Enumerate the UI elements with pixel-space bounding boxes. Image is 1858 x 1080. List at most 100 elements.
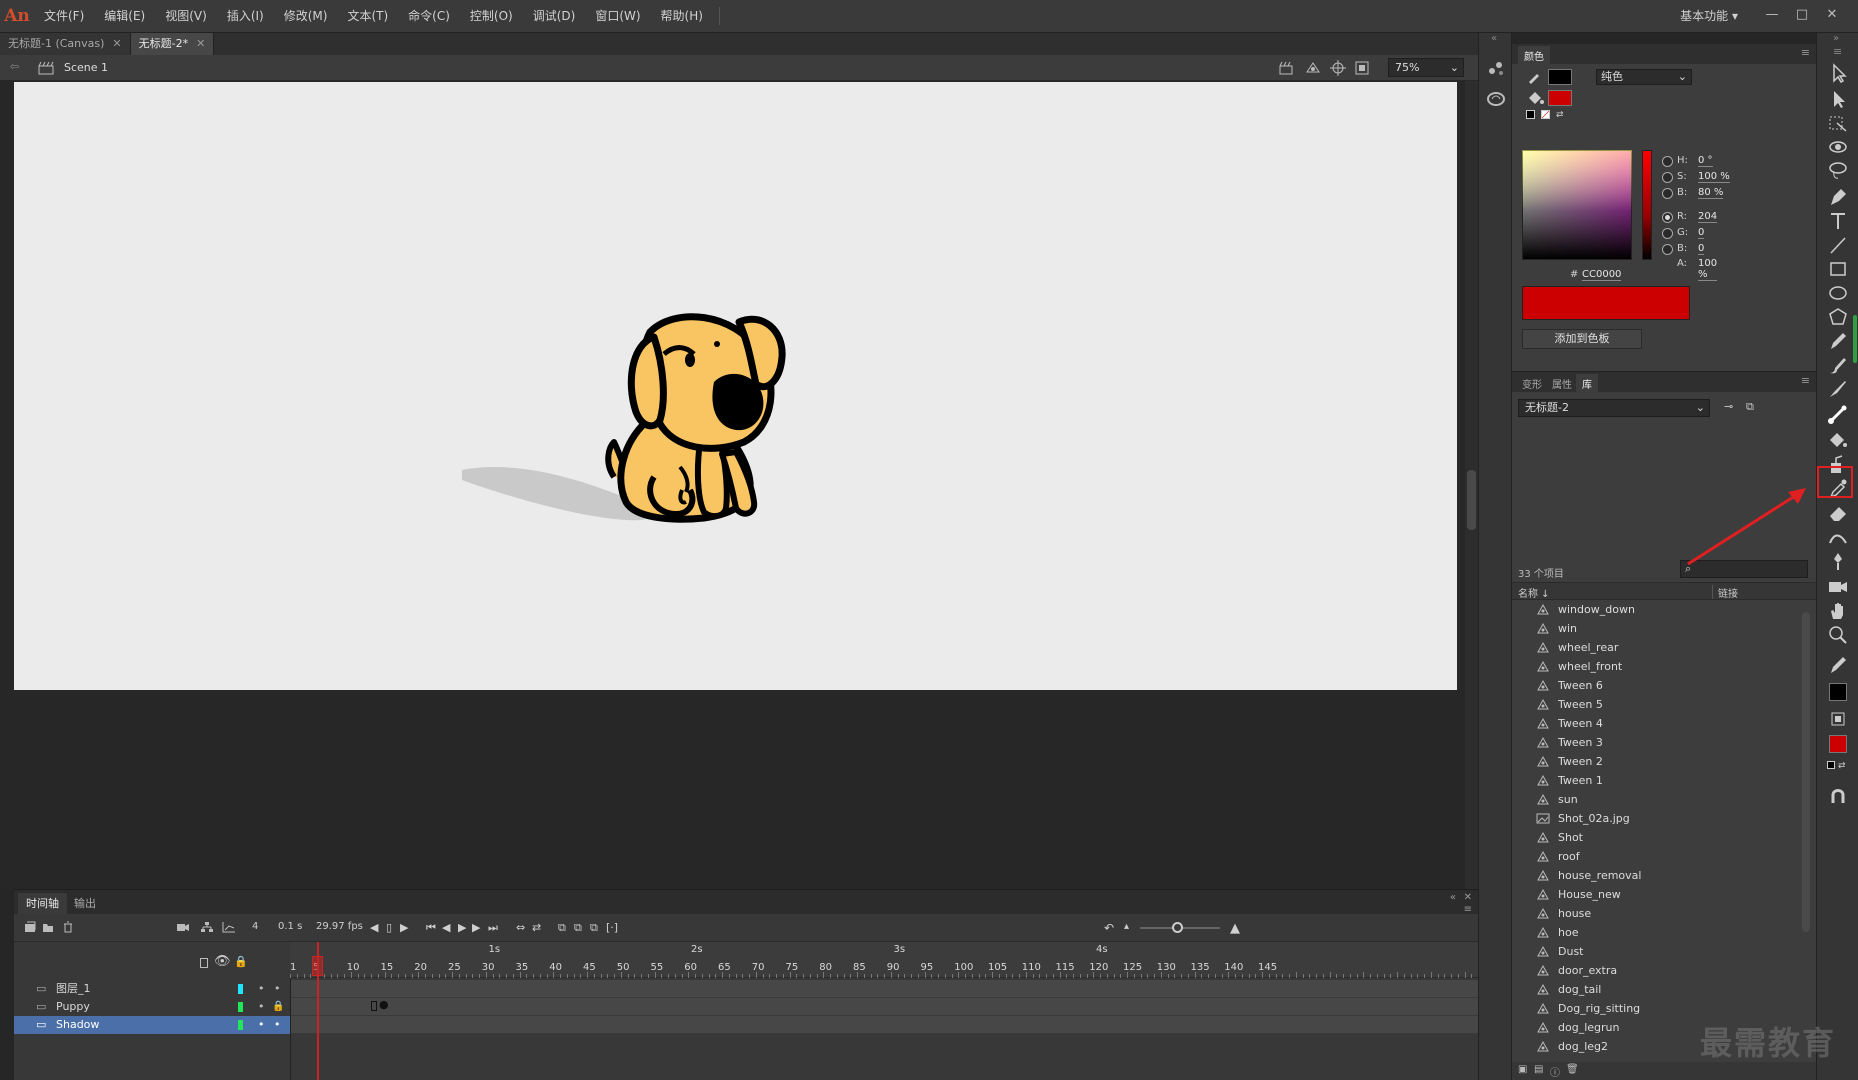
new-folder-icon[interactable]: ▤ (1534, 1064, 1543, 1075)
field-r[interactable]: R: 204 (1662, 210, 1812, 226)
list-item[interactable]: Tween 6 (1512, 676, 1816, 695)
list-item[interactable]: Shot_02a.jpg (1512, 809, 1816, 828)
list-item[interactable]: Dust (1512, 942, 1816, 961)
center-stage-icon[interactable] (1330, 60, 1346, 76)
collapse-icon[interactable]: « (1450, 892, 1456, 903)
fill-type-select[interactable]: 纯色 ⌄ (1596, 69, 1692, 85)
stroke-color-swatch[interactable] (1548, 69, 1572, 85)
list-item[interactable]: Tween 3 (1512, 733, 1816, 752)
menu-debug[interactable]: 调试(D) (523, 0, 586, 33)
minimize-button[interactable]: — (1758, 4, 1786, 26)
list-item[interactable]: sun (1512, 790, 1816, 809)
column-linkage[interactable]: 链接 (1718, 585, 1738, 600)
hue-slider[interactable] (1642, 150, 1652, 260)
outline-toggle-icon[interactable] (200, 958, 208, 968)
hex-value[interactable]: CC0000 (1582, 269, 1622, 281)
zoom-select[interactable]: 75% ⌄ (1388, 58, 1464, 77)
column-divider[interactable] (1712, 585, 1713, 599)
pen-tool-icon[interactable] (1825, 185, 1851, 209)
radio-s[interactable] (1662, 172, 1673, 183)
current-time[interactable]: 0.1 s (278, 921, 302, 932)
stroke-color-tool-icon[interactable] (1825, 653, 1851, 677)
radio-h[interactable] (1662, 156, 1673, 167)
playhead[interactable] (317, 942, 319, 1080)
list-item[interactable]: roof (1512, 847, 1816, 866)
polystar-tool-icon[interactable] (1825, 305, 1851, 329)
current-frame[interactable]: 4 (252, 921, 258, 932)
swap-colors-icon[interactable]: ⇄ (1838, 761, 1846, 773)
menu-control[interactable]: 控制(O) (460, 0, 523, 33)
brush-tool-icon[interactable] (1825, 377, 1851, 401)
fill-color-swatch[interactable] (1548, 90, 1572, 106)
zoom-in-timeline-icon[interactable]: ▲ (1230, 921, 1240, 936)
radio-g[interactable] (1662, 228, 1673, 239)
fill-color-swatch[interactable] (1829, 735, 1847, 753)
column-name[interactable]: 名称 ↓ (1518, 585, 1550, 600)
step-forward-icon[interactable]: ▶ (472, 921, 480, 934)
panel-menu-icon[interactable]: ≡ (1833, 45, 1842, 58)
width-tool-icon[interactable] (1825, 525, 1851, 549)
eraser-tool-icon[interactable] (1825, 501, 1851, 525)
layer-color-swatch[interactable] (238, 1002, 243, 1012)
list-item[interactable]: house (1512, 904, 1816, 923)
paint-bucket-tool-icon[interactable] (1825, 429, 1851, 453)
list-item[interactable]: Shot (1512, 828, 1816, 847)
field-value[interactable]: 204 (1698, 211, 1718, 223)
puppy-artwork[interactable] (14, 82, 1457, 690)
frame-row[interactable] (291, 980, 1478, 998)
black-white-icon[interactable] (1526, 110, 1535, 119)
fill-color-tool-icon[interactable] (1825, 707, 1851, 731)
snap-magnet-icon[interactable] (1825, 785, 1851, 809)
add-to-swatches-button[interactable]: 添加到色板 (1522, 329, 1642, 349)
panel-menu-icon[interactable]: ≡ (1801, 374, 1810, 387)
zoom-out-timeline-icon[interactable]: ▴ (1124, 921, 1129, 932)
no-color-icon[interactable] (1541, 110, 1550, 119)
onion-outline-icon[interactable]: ⧉ (574, 921, 582, 935)
tab-library[interactable]: 库 (1576, 374, 1598, 393)
info-icon[interactable]: ⓘ (1550, 1064, 1560, 1079)
keyframe-dot[interactable]: ● (379, 998, 389, 1011)
new-folder-icon[interactable] (42, 921, 54, 933)
text-tool-icon[interactable] (1825, 209, 1851, 233)
menu-window[interactable]: 窗口(W) (585, 0, 650, 33)
list-item[interactable]: dog_tail (1512, 980, 1816, 999)
list-item[interactable]: win (1512, 619, 1816, 638)
trash-icon[interactable]: 🗑 (1566, 1064, 1579, 1075)
visibility-dot[interactable]: • (258, 980, 265, 998)
list-item[interactable]: wheel_front (1512, 657, 1816, 676)
hand-tool-icon[interactable] (1825, 599, 1851, 623)
slider-handle[interactable] (1172, 922, 1183, 933)
scene-name[interactable]: Scene 1 (64, 61, 108, 74)
center-frame-icon[interactable]: ⇄ (532, 921, 541, 934)
field-value[interactable]: 80 % (1698, 187, 1724, 199)
tab-timeline[interactable]: 时间轴 (18, 893, 67, 914)
3d-rotation-tool-icon[interactable] (1825, 135, 1851, 159)
list-item[interactable]: Tween 2 (1512, 752, 1816, 771)
prev-keyframe-icon[interactable]: ◀ (370, 921, 378, 934)
lasso-tool-icon[interactable] (1825, 159, 1851, 183)
close-icon[interactable]: ✕ (112, 33, 121, 55)
list-item[interactable]: Tween 4 (1512, 714, 1816, 733)
modify-markers-icon[interactable]: [·] (606, 921, 618, 934)
library-document-select[interactable]: 无标题-2 ⌄ (1518, 399, 1710, 417)
menu-modify[interactable]: 修改(M) (274, 0, 338, 33)
camera-icon[interactable] (176, 921, 190, 933)
list-item[interactable]: window_down (1512, 600, 1816, 619)
maximize-button[interactable]: □ (1788, 4, 1816, 26)
asset-warp-tool-icon[interactable] (1825, 549, 1851, 573)
insert-keyframe-icon[interactable]: ▯ (386, 921, 392, 934)
frame-rate[interactable]: 29.97 fps (316, 921, 363, 932)
list-item[interactable]: House_new (1512, 885, 1816, 904)
field-value[interactable]: 0 ° (1698, 155, 1713, 167)
loop-icon[interactable]: ⇔ (516, 921, 525, 934)
layer-parenting-icon[interactable] (200, 921, 214, 933)
close-icon[interactable]: ✕ (1464, 892, 1472, 903)
field-value[interactable]: 0 (1698, 243, 1705, 255)
menu-text[interactable]: 文本(T) (337, 0, 398, 33)
trash-icon[interactable] (62, 921, 74, 933)
field-g[interactable]: G: 0 (1662, 226, 1812, 242)
radio-r[interactable] (1662, 212, 1673, 223)
graph-icon[interactable] (222, 921, 236, 933)
scrollbar-thumb[interactable] (1467, 470, 1476, 530)
alpha-value[interactable]: 100 % (1698, 258, 1718, 281)
